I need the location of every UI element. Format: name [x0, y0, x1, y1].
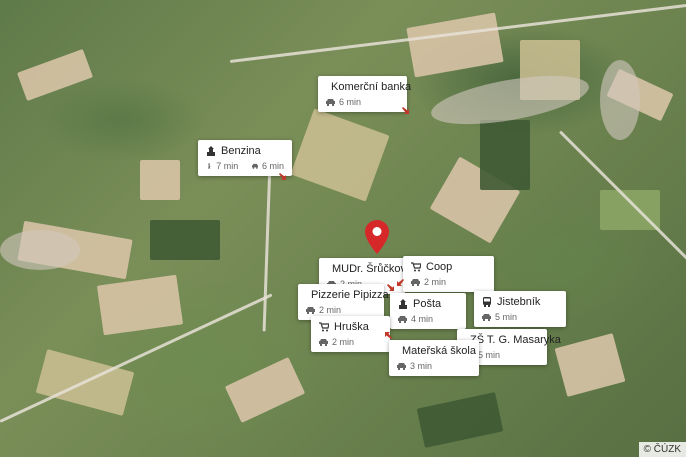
car-icon	[326, 99, 335, 106]
car-icon	[306, 307, 315, 314]
field	[140, 160, 180, 200]
field	[150, 220, 220, 260]
field	[16, 48, 94, 102]
travel-time: 6 min	[339, 97, 362, 107]
bus-icon	[483, 297, 491, 307]
map-attribution[interactable]: © ČÚZK	[638, 442, 686, 457]
place-name: Mateřská škola	[402, 345, 476, 357]
car-icon	[397, 363, 406, 370]
road	[262, 161, 272, 332]
pointer-arrow-icon	[397, 279, 404, 286]
field	[480, 120, 530, 190]
place-name: Hruška	[334, 321, 369, 333]
place-card-bank[interactable]: Komerční banka 6 min	[318, 76, 411, 114]
field	[290, 108, 390, 202]
field	[416, 392, 504, 448]
field	[406, 12, 504, 78]
field	[96, 274, 184, 336]
pointer-arrow-icon	[402, 107, 409, 114]
walk-icon	[208, 163, 211, 169]
place-name: Pošta	[413, 298, 442, 310]
travel-time: 2 min	[332, 337, 355, 347]
village	[600, 60, 640, 140]
travel-time: 2 min	[424, 277, 447, 287]
fuel-station-icon	[207, 146, 215, 156]
car-icon	[251, 163, 258, 169]
place-card-pizzeria[interactable]: Pizzerie Pipizza 2 min	[298, 284, 394, 320]
place-card-bus-stop[interactable]: Jistebník 5 min	[474, 291, 566, 327]
village	[0, 230, 80, 270]
car-icon	[482, 314, 491, 321]
car-icon	[411, 279, 420, 286]
satellite-map[interactable]: Komerční banka 6 min Benzina 7 min 6 min…	[0, 0, 686, 457]
travel-time: 4 min	[411, 314, 434, 324]
travel-time: 2 min	[319, 305, 342, 315]
place-card-kindergarten[interactable]: Mateřská škola 3 min	[385, 332, 479, 376]
field	[224, 357, 306, 423]
travel-time: 3 min	[410, 361, 433, 371]
travel-time: 5 min	[495, 312, 518, 322]
car-icon	[398, 316, 407, 323]
place-name: Coop	[426, 261, 453, 273]
travel-time: 7 min	[216, 161, 239, 171]
place-name: Jistebník	[497, 296, 541, 308]
shop-cart-icon	[319, 322, 329, 332]
place-card-benzina[interactable]: Benzina 7 min 6 min	[198, 140, 292, 180]
place-name: Benzina	[221, 145, 261, 157]
field	[554, 333, 626, 397]
place-card-hruska[interactable]: Hruška 2 min	[311, 316, 390, 352]
pointer-arrow-icon	[387, 284, 394, 291]
place-name: ZŠ T. G. Masaryka	[470, 334, 561, 346]
pointer-arrow-icon	[385, 332, 392, 339]
place-name: Komerční banka	[331, 81, 412, 93]
travel-time: 6 min	[261, 161, 284, 171]
shop-cart-icon	[411, 262, 421, 272]
map-pin-icon[interactable]	[365, 220, 389, 254]
place-name: Pizzerie Pipizza	[311, 289, 389, 301]
travel-time: 5 min	[478, 350, 501, 360]
place-card-coop[interactable]: Coop 2 min	[397, 256, 494, 292]
post-office-icon	[399, 299, 407, 309]
car-icon	[319, 339, 328, 346]
pointer-arrow-icon	[279, 173, 286, 180]
place-card-post[interactable]: Pošta 4 min	[390, 293, 466, 329]
